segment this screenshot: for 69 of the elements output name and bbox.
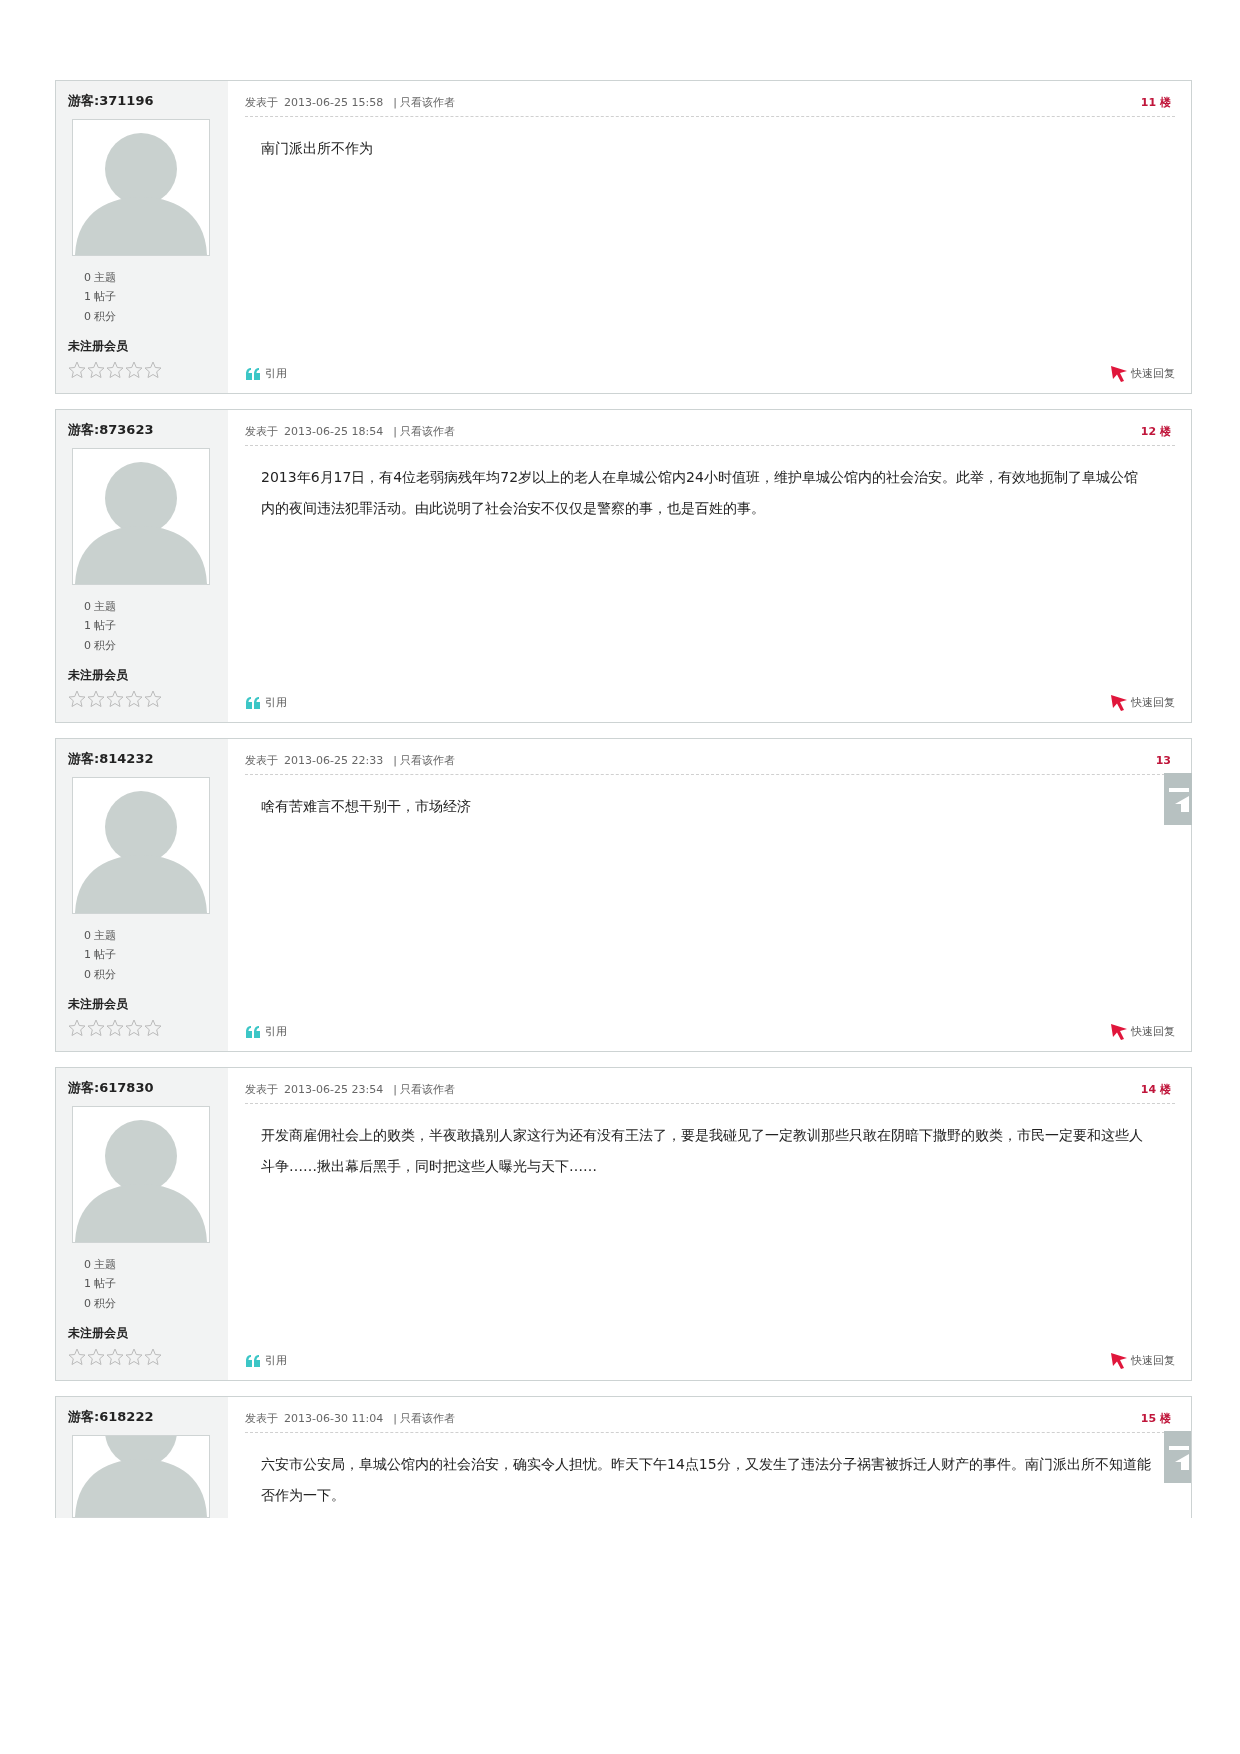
cursor-arrow-icon (1110, 694, 1128, 712)
user-stat: 1 帖子 (84, 289, 118, 305)
quote-link[interactable]: 引用 (245, 1352, 287, 1370)
quote-icon (245, 367, 261, 381)
avatar-icon (72, 776, 210, 914)
user-rank: 未注册会员 (68, 996, 129, 1013)
user-stat: 0 主题 (84, 927, 118, 944)
floor-number: 13 (1155, 753, 1171, 769)
cursor-arrow-icon (1110, 1352, 1128, 1370)
posted-label: 发表于 (245, 95, 278, 111)
user-stat: 0 积分 (84, 637, 118, 654)
only-author-link[interactable]: | 只看该作者 (393, 95, 456, 112)
floor-number: 15 楼 (1140, 1411, 1171, 1427)
post-text: 开发商雇佣社会上的败类，半夜敢撬别人家这行为还有没有王法了，要是我碰见了一定教训那些只敢在阴暗下撒野的败类，市民一定要和这些人斗争……揪出幕后黑手，同时把这些人曝光与天下…… (261, 1125, 1144, 1176)
user-stat: 0 主题 (84, 269, 118, 286)
only-author-link[interactable]: | 只看该作者 (393, 1411, 456, 1428)
quote-icon (245, 1354, 261, 1368)
user-stat: 1 帖子 (84, 618, 118, 634)
quote-link[interactable]: 引用 (245, 1023, 287, 1041)
floor-number: 11 楼 (1140, 95, 1171, 111)
only-author-link[interactable]: | 只看该作者 (393, 753, 456, 770)
username[interactable]: 游客:371196 (68, 91, 228, 111)
floor-number: 14 楼 (1140, 1082, 1171, 1098)
user-stat: 1 帖子 (84, 1276, 118, 1292)
post-time: 2013-06-25 15:58 (284, 95, 384, 111)
username[interactable]: 游客:873623 (68, 420, 228, 440)
avatar-icon (72, 118, 210, 256)
post-text: 啥有苦难言不想干别干，市场经济 (261, 796, 472, 816)
post-time: 2013-06-30 11:04 (284, 1411, 384, 1427)
post-text: 六安市公安局，阜城公馆内的社会治安，确实令人担忧。昨天下午14点15分，又发生了违法分子祸害被拆迁人财产的事件。南门派出所不知道能否作为一下。 (261, 1454, 1151, 1505)
username[interactable]: 游客:618222 (68, 1407, 228, 1427)
quote-icon (245, 696, 261, 710)
cursor-arrow-icon (1110, 365, 1128, 383)
quote-icon (245, 1025, 261, 1039)
user-stat: 0 积分 (84, 966, 118, 983)
user-stat: 0 主题 (84, 598, 118, 615)
user-stat: 0 主题 (84, 1256, 118, 1273)
back-to-top-icon[interactable] (1164, 773, 1192, 825)
avatar-icon (72, 1434, 210, 1518)
posted-label: 发表于 (245, 753, 278, 769)
quick-reply-link[interactable]: 快速回复 (1110, 1352, 1175, 1370)
cursor-arrow-icon (1110, 1023, 1128, 1041)
posted-label: 发表于 (245, 424, 278, 440)
user-stat: 0 积分 (84, 1295, 118, 1312)
user-rank: 未注册会员 (68, 1325, 129, 1342)
post-text: 2013年6月17日，有4位老弱病残年均72岁以上的老人在阜城公馆内24小时值班，维护阜城公馆内的社会治安。此举，有效地扼制了阜城公馆内的夜间违法犯罪活动。由此说明了社会治安不仅仅是警察的事，也是百姓的事。 (261, 467, 1139, 518)
username[interactable]: 游客:814232 (68, 749, 228, 769)
posted-label: 发表于 (245, 1082, 278, 1098)
quick-reply-link[interactable]: 快速回复 (1110, 694, 1175, 712)
post-time: 2013-06-25 18:54 (284, 424, 384, 440)
quote-link[interactable]: 引用 (245, 694, 287, 712)
floor-number: 12 楼 (1140, 424, 1171, 440)
quote-link[interactable]: 引用 (245, 365, 287, 383)
username[interactable]: 游客:617830 (68, 1078, 228, 1098)
user-rank: 未注册会员 (68, 338, 129, 355)
user-rank: 未注册会员 (68, 667, 129, 684)
posted-label: 发表于 (245, 1411, 278, 1427)
avatar-icon (72, 1105, 210, 1243)
post-time: 2013-06-25 22:33 (284, 753, 384, 769)
quick-reply-link[interactable]: 快速回复 (1110, 1023, 1175, 1041)
user-stat: 0 积分 (84, 308, 118, 325)
quick-reply-link[interactable]: 快速回复 (1110, 365, 1175, 383)
post-time: 2013-06-25 23:54 (284, 1082, 384, 1098)
only-author-link[interactable]: | 只看该作者 (393, 1082, 456, 1099)
back-to-top-icon[interactable] (1164, 1431, 1191, 1483)
only-author-link[interactable]: | 只看该作者 (393, 424, 456, 441)
avatar-icon (72, 447, 210, 585)
user-stat: 1 帖子 (84, 947, 118, 963)
post-text: 南门派出所不作为 (261, 138, 374, 158)
